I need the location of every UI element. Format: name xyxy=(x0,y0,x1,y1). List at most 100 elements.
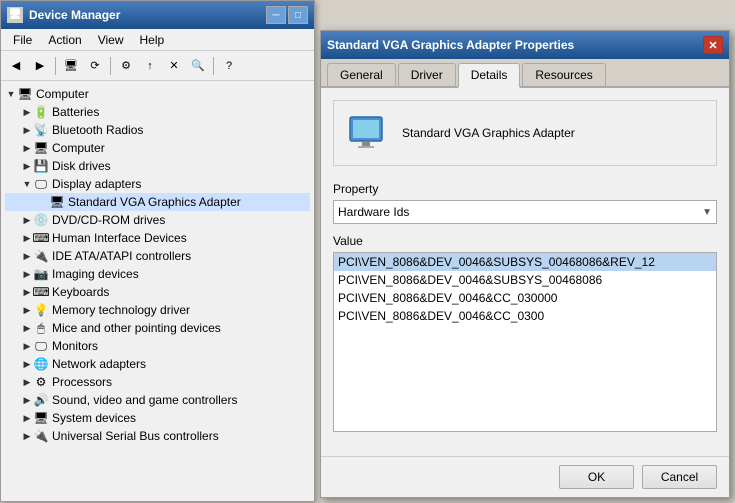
tree-arrow-ide[interactable]: ▶ xyxy=(21,250,33,262)
tree-arrow-dvd[interactable]: ▶ xyxy=(21,214,33,226)
device-header: Standard VGA Graphics Adapter xyxy=(333,100,717,166)
tree-item-memtech[interactable]: ▶ 💡 Memory technology driver xyxy=(5,301,310,319)
tree-arrow-system[interactable]: ▶ xyxy=(21,412,33,424)
tree-arrow-hid[interactable]: ▶ xyxy=(21,232,33,244)
tree-item-diskdrives[interactable]: ▶ 💾 Disk drives xyxy=(5,157,310,175)
ok-button[interactable]: OK xyxy=(559,465,634,489)
tree-item-keyboards[interactable]: ▶ ⌨ Keyboards xyxy=(5,283,310,301)
toolbar-properties[interactable]: ⚙ xyxy=(115,55,137,77)
tree-arrow-mice[interactable]: ▶ xyxy=(21,322,33,334)
toolbar-update-driver[interactable]: ↑ xyxy=(139,55,161,77)
value-item-3[interactable]: PCI\VEN_8086&DEV_0046&CC_030000 xyxy=(334,289,716,307)
props-close-btn[interactable]: ✕ xyxy=(703,36,723,54)
tree-item-vga[interactable]: 🖥 Standard VGA Graphics Adapter xyxy=(5,193,310,211)
tree-arrow-vga xyxy=(37,196,49,208)
batteries-icon: 🔋 xyxy=(33,104,49,120)
tree-arrow-network[interactable]: ▶ xyxy=(21,358,33,370)
device-name: Standard VGA Graphics Adapter xyxy=(402,126,575,140)
tree-item-bluetooth[interactable]: ▶ 📡 Bluetooth Radios xyxy=(5,121,310,139)
tree-arrow-processors[interactable]: ▶ xyxy=(21,376,33,388)
system-icon: 🖥 xyxy=(33,410,49,426)
tree-label-network: Network adapters xyxy=(52,357,146,371)
props-body: Standard VGA Graphics Adapter Property H… xyxy=(321,88,729,456)
tree-arrow-computer-root[interactable]: ▼ xyxy=(5,88,17,100)
bluetooth-icon: 📡 xyxy=(33,122,49,138)
tree-arrow-imaging[interactable]: ▶ xyxy=(21,268,33,280)
menu-action[interactable]: Action xyxy=(40,31,89,49)
tree-item-computer2[interactable]: ▶ 🖥 Computer xyxy=(5,139,310,157)
dm-tree[interactable]: ▼ 🖥 Computer ▶ 🔋 Batteries ▶ 📡 Bluetooth… xyxy=(1,81,314,503)
property-dropdown-value: Hardware Ids xyxy=(338,205,409,219)
keyboards-icon: ⌨ xyxy=(33,284,49,300)
tree-label-dvd: DVD/CD-ROM drives xyxy=(52,213,165,227)
monitors-icon: 🖵 xyxy=(33,338,49,354)
tree-item-sound[interactable]: ▶ 🔊 Sound, video and game controllers xyxy=(5,391,310,409)
tree-label-usb: Universal Serial Bus controllers xyxy=(52,429,219,443)
tree-label-processors: Processors xyxy=(52,375,112,389)
value-label: Value xyxy=(333,234,717,248)
tree-arrow-displayadapters[interactable]: ▼ xyxy=(21,178,33,190)
value-item-4[interactable]: PCI\VEN_8086&DEV_0046&CC_0300 xyxy=(334,307,716,325)
dm-maximize-btn[interactable]: □ xyxy=(288,6,308,24)
tree-item-displayadapters[interactable]: ▼ 🖵 Display adapters xyxy=(5,175,310,193)
tree-item-monitors[interactable]: ▶ 🖵 Monitors xyxy=(5,337,310,355)
value-item-1[interactable]: PCI\VEN_8086&DEV_0046&SUBSYS_00468086&RE… xyxy=(334,253,716,271)
tab-resources[interactable]: Resources xyxy=(522,63,605,86)
toolbar-forward[interactable]: ▶ xyxy=(29,55,51,77)
dm-app-icon: 🖥 xyxy=(7,7,23,23)
dm-minimize-btn[interactable]: ─ xyxy=(266,6,286,24)
toolbar-sep-2 xyxy=(110,57,111,75)
toolbar-computer[interactable]: 🖥 xyxy=(60,55,82,77)
property-dropdown[interactable]: Hardware Ids ▼ xyxy=(333,200,717,224)
menu-file[interactable]: File xyxy=(5,31,40,49)
tree-arrow-usb[interactable]: ▶ xyxy=(21,430,33,442)
tree-item-batteries[interactable]: ▶ 🔋 Batteries xyxy=(5,103,310,121)
tree-item-system[interactable]: ▶ 🖥 System devices xyxy=(5,409,310,427)
tree-arrow-keyboards[interactable]: ▶ xyxy=(21,286,33,298)
props-value-list[interactable]: PCI\VEN_8086&DEV_0046&SUBSYS_00468086&RE… xyxy=(333,252,717,432)
toolbar-help[interactable]: ? xyxy=(218,55,240,77)
tree-label-bluetooth: Bluetooth Radios xyxy=(52,123,143,137)
tree-item-processors[interactable]: ▶ ⚙ Processors xyxy=(5,373,310,391)
tree-arrow-diskdrives[interactable]: ▶ xyxy=(21,160,33,172)
tree-arrow-sound[interactable]: ▶ xyxy=(21,394,33,406)
tree-arrow-batteries[interactable]: ▶ xyxy=(21,106,33,118)
monitor-svg-icon xyxy=(346,113,386,153)
tree-label-sound: Sound, video and game controllers xyxy=(52,393,237,407)
tree-arrow-bluetooth[interactable]: ▶ xyxy=(21,124,33,136)
toolbar-sep-3 xyxy=(213,57,214,75)
toolbar-uninstall[interactable]: ✕ xyxy=(163,55,185,77)
tree-item-hid[interactable]: ▶ ⌨ Human Interface Devices xyxy=(5,229,310,247)
tree-arrow-computer2[interactable]: ▶ xyxy=(21,142,33,154)
imaging-icon: 📷 xyxy=(33,266,49,282)
cancel-button[interactable]: Cancel xyxy=(642,465,717,489)
toolbar-back[interactable]: ◀ xyxy=(5,55,27,77)
tree-item-dvd[interactable]: ▶ 💿 DVD/CD-ROM drives xyxy=(5,211,310,229)
tree-item-computer-root[interactable]: ▼ 🖥 Computer xyxy=(5,85,310,103)
tab-general[interactable]: General xyxy=(327,63,396,86)
tree-label-batteries: Batteries xyxy=(52,105,99,119)
sound-icon: 🔊 xyxy=(33,392,49,408)
menu-help[interactable]: Help xyxy=(132,31,173,49)
tree-item-imaging[interactable]: ▶ 📷 Imaging devices xyxy=(5,265,310,283)
toolbar-refresh[interactable]: ⟳ xyxy=(84,55,106,77)
value-item-2[interactable]: PCI\VEN_8086&DEV_0046&SUBSYS_00468086 xyxy=(334,271,716,289)
computer-icon: 🖥 xyxy=(17,86,33,102)
tree-item-mice[interactable]: ▶ 🖱 Mice and other pointing devices xyxy=(5,319,310,337)
props-titlebar: Standard VGA Graphics Adapter Properties… xyxy=(321,31,729,59)
tab-driver[interactable]: Driver xyxy=(398,63,456,86)
tab-details[interactable]: Details xyxy=(458,63,521,88)
tree-item-usb[interactable]: ▶ 🔌 Universal Serial Bus controllers xyxy=(5,427,310,445)
tree-label-memtech: Memory technology driver xyxy=(52,303,190,317)
tree-item-network[interactable]: ▶ 🌐 Network adapters xyxy=(5,355,310,373)
tree-arrow-memtech[interactable]: ▶ xyxy=(21,304,33,316)
vga-icon: 🖥 xyxy=(49,194,65,210)
tree-item-ide[interactable]: ▶ 🔌 IDE ATA/ATAPI controllers xyxy=(5,247,310,265)
dm-title-controls: ─ □ xyxy=(266,6,308,24)
menu-view[interactable]: View xyxy=(90,31,132,49)
tree-arrow-monitors[interactable]: ▶ xyxy=(21,340,33,352)
dm-menubar: File Action View Help xyxy=(1,29,314,51)
tree-label-ide: IDE ATA/ATAPI controllers xyxy=(52,249,191,263)
props-footer: OK Cancel xyxy=(321,456,729,497)
toolbar-scan[interactable]: 🔍 xyxy=(187,55,209,77)
